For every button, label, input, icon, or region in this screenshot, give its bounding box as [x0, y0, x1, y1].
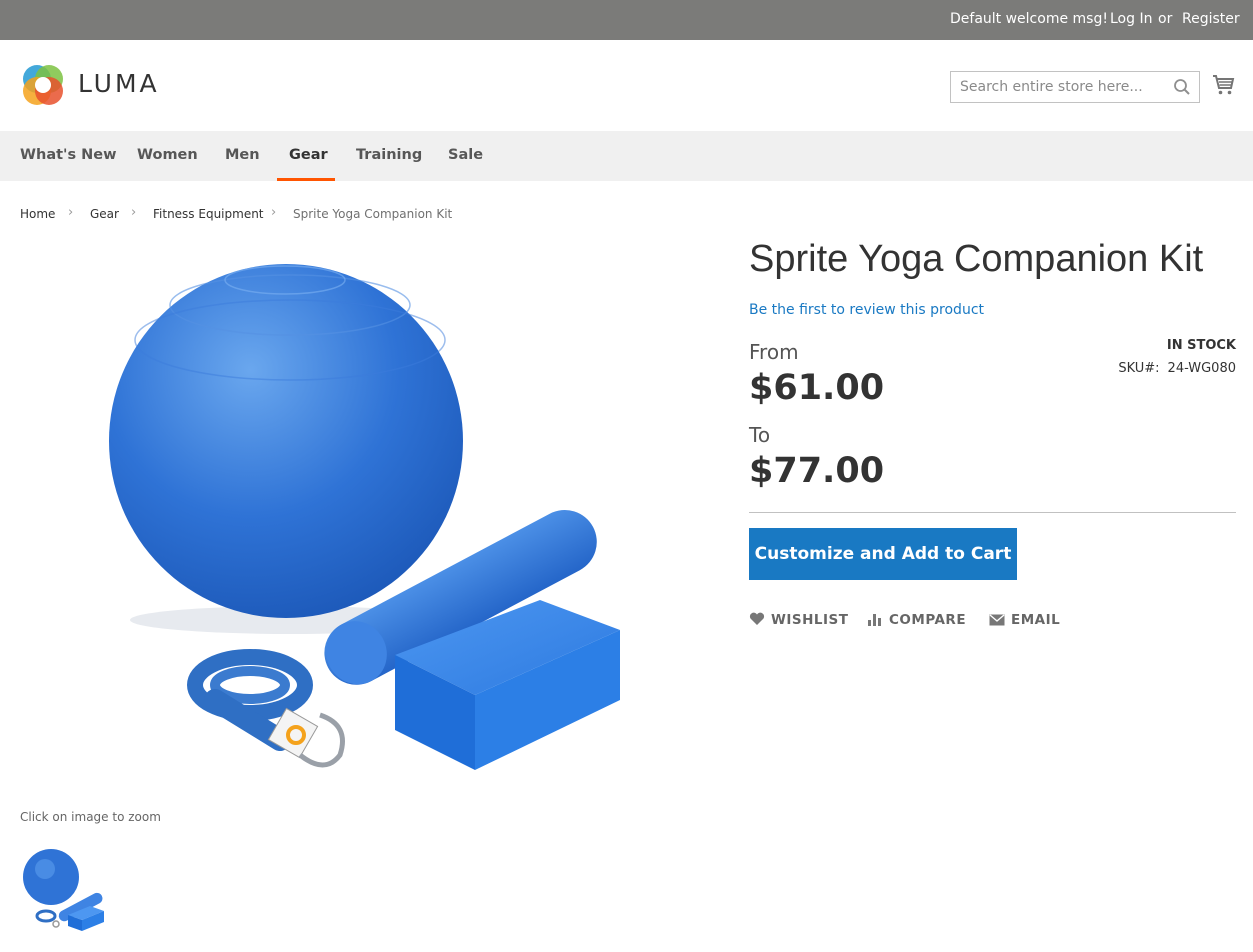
- search-icon[interactable]: [1173, 78, 1191, 96]
- sku: SKU#: 24-WG080: [1118, 361, 1236, 376]
- search-placeholder: Search entire store here...: [960, 79, 1143, 95]
- wishlist-action[interactable]: WISHLIST: [749, 612, 849, 628]
- top-bar: Default welcome msg! Log In or Register: [0, 0, 1253, 40]
- cart-icon[interactable]: [1212, 73, 1236, 97]
- search-input[interactable]: Search entire store here...: [950, 71, 1200, 103]
- wishlist-label: WISHLIST: [771, 612, 849, 628]
- divider: [749, 512, 1236, 513]
- nav-item-whats-new[interactable]: What's New: [20, 147, 117, 163]
- login-link[interactable]: Log In: [1110, 11, 1152, 27]
- nav-item-gear[interactable]: Gear: [289, 147, 328, 163]
- breadcrumb-home[interactable]: Home: [20, 207, 55, 221]
- review-link[interactable]: Be the first to review this product: [749, 302, 984, 318]
- stock-status: IN STOCK: [1166, 338, 1236, 353]
- email-action[interactable]: EMAIL: [989, 612, 1060, 628]
- nav-item-sale[interactable]: Sale: [448, 147, 483, 163]
- sku-label: SKU#:: [1118, 361, 1160, 376]
- nav-item-men[interactable]: Men: [225, 147, 260, 163]
- bar-chart-icon: [868, 614, 881, 626]
- zoom-hint: Click on image to zoom: [20, 810, 161, 824]
- register-link[interactable]: Register: [1182, 11, 1240, 27]
- product-main-image[interactable]: [95, 245, 635, 785]
- price-to: $77.00: [749, 451, 885, 491]
- customize-add-to-cart-button[interactable]: Customize and Add to Cart: [749, 528, 1017, 580]
- nav-item-training[interactable]: Training: [356, 147, 422, 163]
- email-label: EMAIL: [1011, 612, 1061, 628]
- breadcrumb-fitness-equipment[interactable]: Fitness Equipment: [153, 207, 264, 221]
- product-thumbnail[interactable]: [20, 843, 108, 933]
- price-from: $61.00: [749, 368, 885, 408]
- heart-icon: [749, 612, 765, 625]
- price-to-label: To: [749, 423, 771, 447]
- main-navigation: What's New Women Men Gear Training Sale: [0, 131, 1253, 181]
- breadcrumb-gear[interactable]: Gear: [90, 207, 119, 221]
- price-from-label: From: [749, 340, 799, 364]
- sku-value: 24-WG080: [1167, 361, 1236, 376]
- nav-active-indicator: [277, 178, 335, 181]
- welcome-message: Default welcome msg!: [950, 11, 1108, 27]
- chevron-right-icon: ›: [271, 205, 277, 220]
- chevron-right-icon: ›: [131, 205, 137, 220]
- breadcrumb-current: Sprite Yoga Companion Kit: [293, 207, 453, 221]
- logo-text: LUMA: [78, 69, 160, 98]
- envelope-icon: [989, 614, 1005, 626]
- product-title: Sprite Yoga Companion Kit: [749, 238, 1204, 280]
- compare-action[interactable]: COMPARE: [867, 612, 966, 628]
- or-separator: or: [1158, 11, 1173, 27]
- luma-logo-icon: [23, 65, 63, 105]
- nav-item-women[interactable]: Women: [137, 147, 198, 163]
- compare-label: COMPARE: [889, 612, 967, 628]
- chevron-right-icon: ›: [68, 205, 74, 220]
